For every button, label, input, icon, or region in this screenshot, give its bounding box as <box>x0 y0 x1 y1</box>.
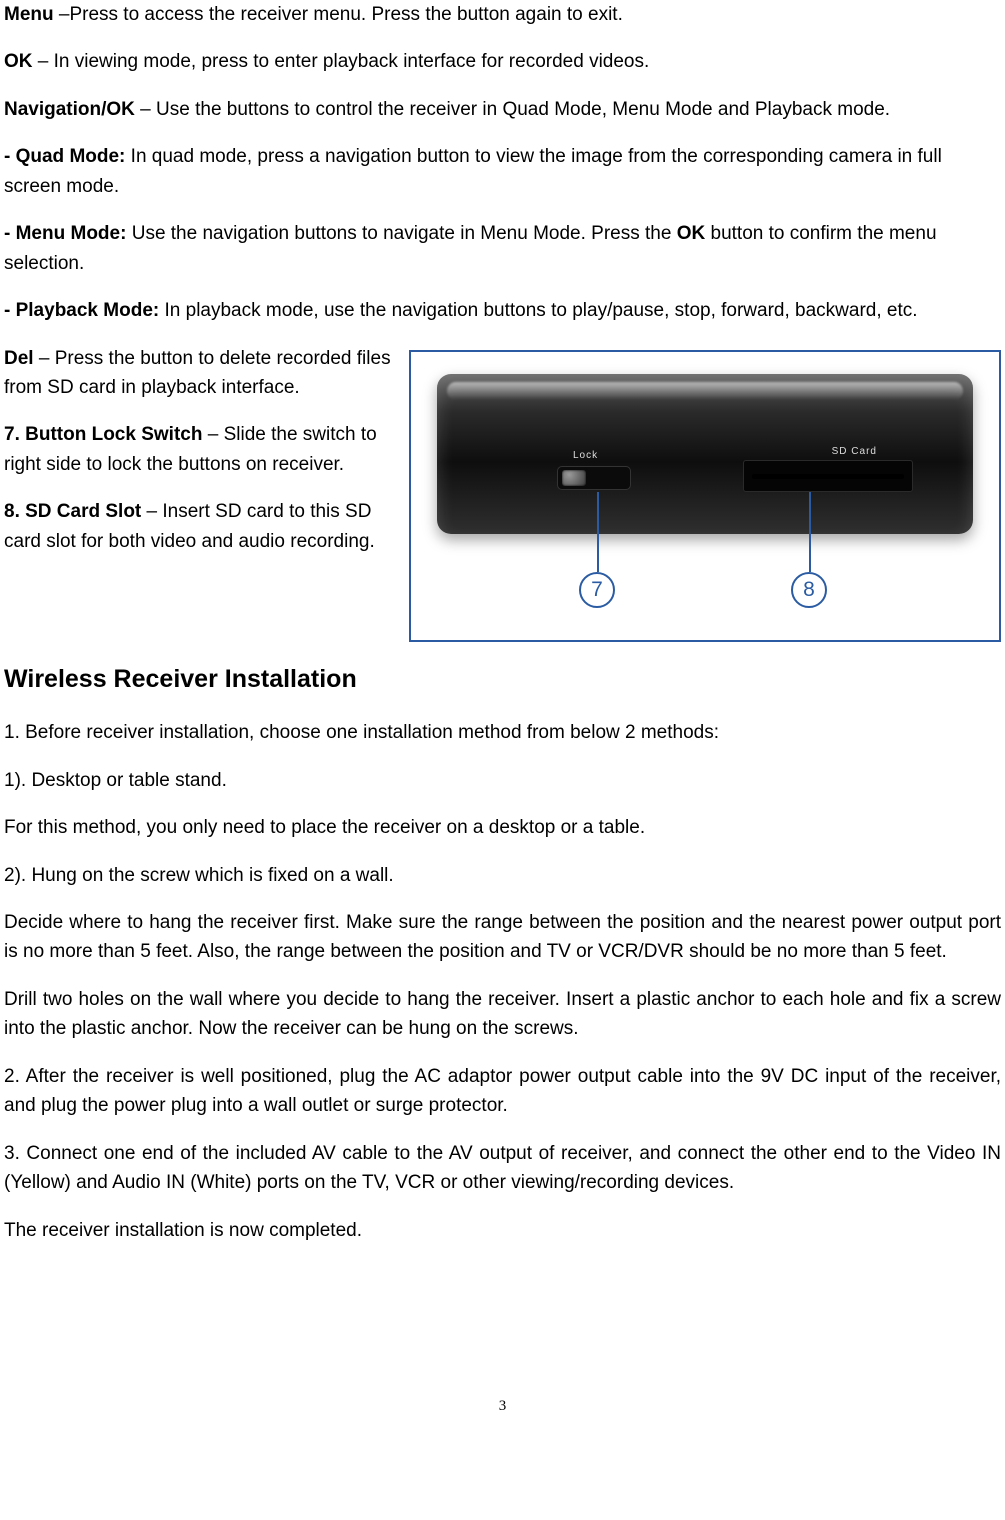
install-p1: 1. Before receiver installation, choose … <box>4 718 1001 747</box>
text-ok: – In viewing mode, press to enter playba… <box>33 51 650 72</box>
label-menu: Menu <box>4 4 59 25</box>
paragraph-menu-mode: - Menu Mode: Use the navigation buttons … <box>4 219 1001 278</box>
label-lock-switch: 7. Button Lock Switch <box>4 424 202 445</box>
label-playback-mode: - Playback Mode: <box>4 300 159 321</box>
lock-knob-icon <box>562 470 586 486</box>
label-sd-slot: 8. SD Card Slot <box>4 501 141 522</box>
left-column-text: Del – Press the button to delete recorde… <box>4 344 399 563</box>
install-p6: Drill two holes on the wall where you de… <box>4 985 1001 1044</box>
paragraph-navok: Navigation/OK – Use the buttons to contr… <box>4 95 1001 124</box>
install-p8: 3. Connect one end of the included AV ca… <box>4 1139 1001 1198</box>
install-p2: 1). Desktop or table stand. <box>4 766 1001 795</box>
callout-line-8 <box>809 492 811 572</box>
label-ok: OK <box>4 51 33 72</box>
text-del: – Press the button to delete recorded fi… <box>4 348 391 398</box>
device-sd-label: SD Card <box>832 444 877 460</box>
install-p4: 2). Hung on the screw which is fixed on … <box>4 861 1001 890</box>
install-p7: 2. After the receiver is well positioned… <box>4 1062 1001 1121</box>
device-figure: Lock SD Card 7 8 <box>409 350 1001 642</box>
label-quad-mode: - Quad Mode: <box>4 146 125 167</box>
lock-switch-icon <box>557 466 631 490</box>
callout-line-7 <box>597 492 599 572</box>
label-menu-mode: - Menu Mode: <box>4 223 126 244</box>
text-menu: –Press to access the receiver menu. Pres… <box>59 4 623 25</box>
install-p5: Decide where to hang the receiver first.… <box>4 908 1001 967</box>
label-del: Del <box>4 348 34 369</box>
paragraph-sd-slot: 8. SD Card Slot – Insert SD card to this… <box>4 497 399 556</box>
heading-wireless-receiver-installation: Wireless Receiver Installation <box>4 660 1001 699</box>
text-quad-mode: In quad mode, press a navigation button … <box>4 146 942 196</box>
paragraph-menu: Menu –Press to access the receiver menu.… <box>4 0 1001 29</box>
sd-card-slot-icon <box>743 460 913 492</box>
paragraph-quad-mode: - Quad Mode: In quad mode, press a navig… <box>4 142 1001 201</box>
section-with-figure: Lock SD Card 7 8 Del – Press the button … <box>4 344 1001 642</box>
callout-8: 8 <box>791 572 827 608</box>
paragraph-playback-mode: - Playback Mode: In playback mode, use t… <box>4 296 1001 325</box>
paragraph-ok: OK – In viewing mode, press to enter pla… <box>4 47 1001 76</box>
paragraph-lock-switch: 7. Button Lock Switch – Slide the switch… <box>4 420 399 479</box>
install-p3: For this method, you only need to place … <box>4 813 1001 842</box>
label-navok: Navigation/OK <box>4 99 135 120</box>
install-p9: The receiver installation is now complet… <box>4 1216 1001 1245</box>
text-playback-mode: In playback mode, use the navigation but… <box>159 300 917 321</box>
label-menu-mode-ok: OK <box>677 223 706 244</box>
paragraph-del: Del – Press the button to delete recorde… <box>4 344 399 403</box>
device-body: Lock SD Card <box>437 374 973 534</box>
device-lock-label: Lock <box>573 448 598 464</box>
text-navok: – Use the buttons to control the receive… <box>135 99 890 120</box>
callout-7: 7 <box>579 572 615 608</box>
page-number: 3 <box>0 1395 1005 1418</box>
text-menu-mode-a: Use the navigation buttons to navigate i… <box>126 223 676 244</box>
